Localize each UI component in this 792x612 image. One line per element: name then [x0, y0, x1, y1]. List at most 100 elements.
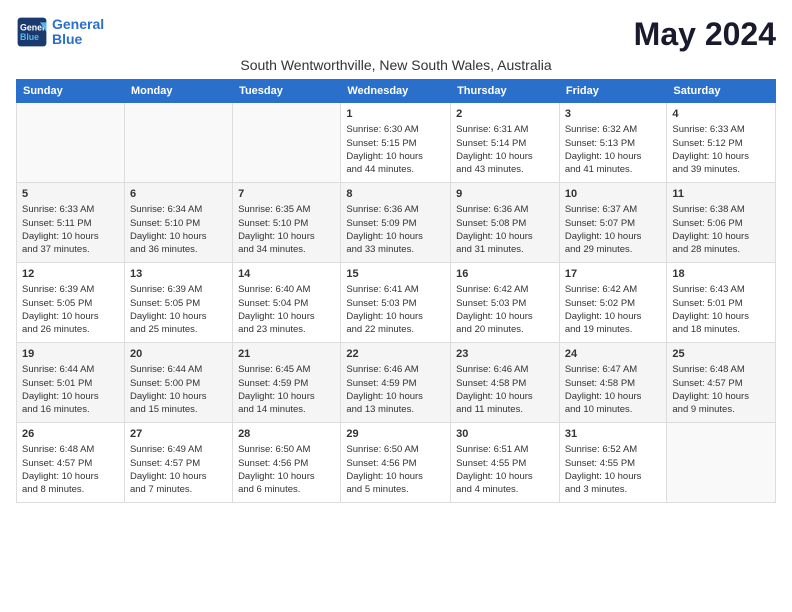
calendar-cell: 7Sunrise: 6:35 AM Sunset: 5:10 PM Daylig…	[233, 183, 341, 263]
header-day-monday: Monday	[124, 80, 232, 103]
week-row-5: 26Sunrise: 6:48 AM Sunset: 4:57 PM Dayli…	[17, 423, 776, 503]
day-info: Sunrise: 6:44 AM Sunset: 5:00 PM Dayligh…	[130, 363, 227, 416]
calendar-cell: 31Sunrise: 6:52 AM Sunset: 4:55 PM Dayli…	[559, 423, 667, 503]
calendar-cell	[17, 103, 125, 183]
day-number: 19	[22, 347, 119, 362]
day-info: Sunrise: 6:48 AM Sunset: 4:57 PM Dayligh…	[672, 363, 770, 416]
calendar-cell: 3Sunrise: 6:32 AM Sunset: 5:13 PM Daylig…	[559, 103, 667, 183]
logo-line1: General	[52, 17, 104, 32]
day-number: 15	[346, 267, 445, 282]
week-row-3: 12Sunrise: 6:39 AM Sunset: 5:05 PM Dayli…	[17, 263, 776, 343]
day-number: 8	[346, 187, 445, 202]
calendar-cell: 16Sunrise: 6:42 AM Sunset: 5:03 PM Dayli…	[451, 263, 560, 343]
day-info: Sunrise: 6:44 AM Sunset: 5:01 PM Dayligh…	[22, 363, 119, 416]
week-row-1: 1Sunrise: 6:30 AM Sunset: 5:15 PM Daylig…	[17, 103, 776, 183]
day-number: 24	[565, 347, 662, 362]
title-area: May 2024	[634, 16, 776, 53]
calendar-cell: 13Sunrise: 6:39 AM Sunset: 5:05 PM Dayli…	[124, 263, 232, 343]
calendar-cell: 22Sunrise: 6:46 AM Sunset: 4:59 PM Dayli…	[341, 343, 451, 423]
day-info: Sunrise: 6:42 AM Sunset: 5:02 PM Dayligh…	[565, 283, 662, 336]
day-number: 26	[22, 427, 119, 442]
day-info: Sunrise: 6:36 AM Sunset: 5:09 PM Dayligh…	[346, 203, 445, 256]
day-info: Sunrise: 6:45 AM Sunset: 4:59 PM Dayligh…	[238, 363, 335, 416]
subtitle: South Wentworthville, New South Wales, A…	[16, 57, 776, 73]
day-number: 11	[672, 187, 770, 202]
calendar-cell	[124, 103, 232, 183]
header-day-thursday: Thursday	[451, 80, 560, 103]
header-day-saturday: Saturday	[667, 80, 776, 103]
month-title: May 2024	[634, 16, 776, 53]
calendar-cell: 17Sunrise: 6:42 AM Sunset: 5:02 PM Dayli…	[559, 263, 667, 343]
day-info: Sunrise: 6:30 AM Sunset: 5:15 PM Dayligh…	[346, 123, 445, 176]
calendar-header-row: SundayMondayTuesdayWednesdayThursdayFrid…	[17, 80, 776, 103]
day-info: Sunrise: 6:32 AM Sunset: 5:13 PM Dayligh…	[565, 123, 662, 176]
day-number: 4	[672, 107, 770, 122]
day-number: 5	[22, 187, 119, 202]
calendar-cell: 25Sunrise: 6:48 AM Sunset: 4:57 PM Dayli…	[667, 343, 776, 423]
calendar-cell: 6Sunrise: 6:34 AM Sunset: 5:10 PM Daylig…	[124, 183, 232, 263]
day-number: 30	[456, 427, 554, 442]
calendar-cell: 12Sunrise: 6:39 AM Sunset: 5:05 PM Dayli…	[17, 263, 125, 343]
header-day-wednesday: Wednesday	[341, 80, 451, 103]
calendar-cell: 10Sunrise: 6:37 AM Sunset: 5:07 PM Dayli…	[559, 183, 667, 263]
logo-text: General Blue	[52, 17, 104, 48]
calendar-cell: 5Sunrise: 6:33 AM Sunset: 5:11 PM Daylig…	[17, 183, 125, 263]
day-number: 22	[346, 347, 445, 362]
header-day-sunday: Sunday	[17, 80, 125, 103]
calendar-cell: 9Sunrise: 6:36 AM Sunset: 5:08 PM Daylig…	[451, 183, 560, 263]
header-day-tuesday: Tuesday	[233, 80, 341, 103]
calendar-cell: 11Sunrise: 6:38 AM Sunset: 5:06 PM Dayli…	[667, 183, 776, 263]
day-info: Sunrise: 6:36 AM Sunset: 5:08 PM Dayligh…	[456, 203, 554, 256]
day-info: Sunrise: 6:52 AM Sunset: 4:55 PM Dayligh…	[565, 443, 662, 496]
day-info: Sunrise: 6:48 AM Sunset: 4:57 PM Dayligh…	[22, 443, 119, 496]
calendar-cell: 15Sunrise: 6:41 AM Sunset: 5:03 PM Dayli…	[341, 263, 451, 343]
header: General Blue General Blue May 2024	[16, 16, 776, 53]
calendar-cell: 2Sunrise: 6:31 AM Sunset: 5:14 PM Daylig…	[451, 103, 560, 183]
day-info: Sunrise: 6:50 AM Sunset: 4:56 PM Dayligh…	[346, 443, 445, 496]
day-number: 23	[456, 347, 554, 362]
day-number: 7	[238, 187, 335, 202]
header-day-friday: Friday	[559, 80, 667, 103]
logo-line2: Blue	[52, 32, 104, 47]
day-info: Sunrise: 6:33 AM Sunset: 5:11 PM Dayligh…	[22, 203, 119, 256]
calendar-cell	[667, 423, 776, 503]
calendar-cell: 19Sunrise: 6:44 AM Sunset: 5:01 PM Dayli…	[17, 343, 125, 423]
calendar-cell: 26Sunrise: 6:48 AM Sunset: 4:57 PM Dayli…	[17, 423, 125, 503]
day-number: 17	[565, 267, 662, 282]
day-info: Sunrise: 6:49 AM Sunset: 4:57 PM Dayligh…	[130, 443, 227, 496]
day-info: Sunrise: 6:31 AM Sunset: 5:14 PM Dayligh…	[456, 123, 554, 176]
day-number: 31	[565, 427, 662, 442]
calendar-cell: 1Sunrise: 6:30 AM Sunset: 5:15 PM Daylig…	[341, 103, 451, 183]
svg-text:Blue: Blue	[20, 32, 39, 42]
calendar-cell: 20Sunrise: 6:44 AM Sunset: 5:00 PM Dayli…	[124, 343, 232, 423]
calendar-cell: 30Sunrise: 6:51 AM Sunset: 4:55 PM Dayli…	[451, 423, 560, 503]
day-info: Sunrise: 6:34 AM Sunset: 5:10 PM Dayligh…	[130, 203, 227, 256]
day-number: 25	[672, 347, 770, 362]
day-number: 16	[456, 267, 554, 282]
day-number: 21	[238, 347, 335, 362]
day-info: Sunrise: 6:39 AM Sunset: 5:05 PM Dayligh…	[22, 283, 119, 336]
calendar-cell: 27Sunrise: 6:49 AM Sunset: 4:57 PM Dayli…	[124, 423, 232, 503]
day-info: Sunrise: 6:41 AM Sunset: 5:03 PM Dayligh…	[346, 283, 445, 336]
calendar-cell: 28Sunrise: 6:50 AM Sunset: 4:56 PM Dayli…	[233, 423, 341, 503]
day-info: Sunrise: 6:47 AM Sunset: 4:58 PM Dayligh…	[565, 363, 662, 416]
day-number: 18	[672, 267, 770, 282]
day-info: Sunrise: 6:50 AM Sunset: 4:56 PM Dayligh…	[238, 443, 335, 496]
day-number: 27	[130, 427, 227, 442]
day-info: Sunrise: 6:40 AM Sunset: 5:04 PM Dayligh…	[238, 283, 335, 336]
day-number: 29	[346, 427, 445, 442]
logo-icon: General Blue	[16, 16, 48, 48]
day-info: Sunrise: 6:46 AM Sunset: 4:58 PM Dayligh…	[456, 363, 554, 416]
day-info: Sunrise: 6:35 AM Sunset: 5:10 PM Dayligh…	[238, 203, 335, 256]
day-number: 14	[238, 267, 335, 282]
calendar-cell	[233, 103, 341, 183]
day-number: 2	[456, 107, 554, 122]
logo: General Blue General Blue	[16, 16, 104, 48]
day-number: 28	[238, 427, 335, 442]
day-info: Sunrise: 6:33 AM Sunset: 5:12 PM Dayligh…	[672, 123, 770, 176]
calendar-cell: 18Sunrise: 6:43 AM Sunset: 5:01 PM Dayli…	[667, 263, 776, 343]
day-number: 20	[130, 347, 227, 362]
day-info: Sunrise: 6:37 AM Sunset: 5:07 PM Dayligh…	[565, 203, 662, 256]
calendar-cell: 4Sunrise: 6:33 AM Sunset: 5:12 PM Daylig…	[667, 103, 776, 183]
day-info: Sunrise: 6:42 AM Sunset: 5:03 PM Dayligh…	[456, 283, 554, 336]
